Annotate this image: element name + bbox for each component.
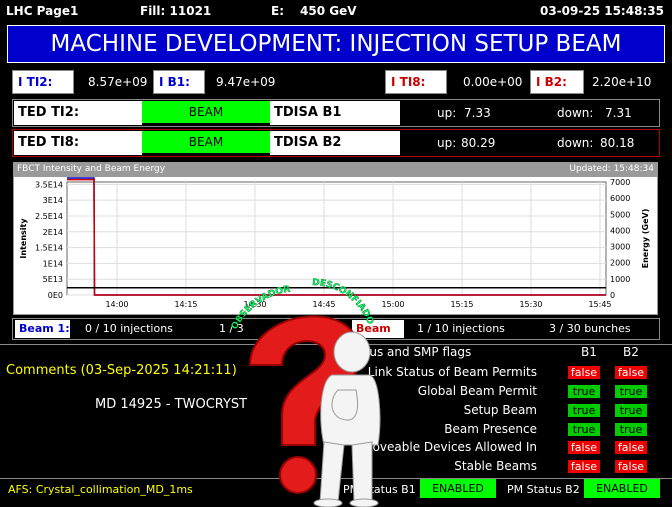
y2-tick-label: 3000 bbox=[610, 243, 630, 252]
datetime: 03-09-25 15:48:35 bbox=[540, 4, 664, 18]
flag-b1-value: false bbox=[568, 366, 600, 379]
x-tick-label: 15:45 bbox=[588, 300, 611, 309]
iti2-label: I TI2: bbox=[12, 70, 74, 94]
ted-ti8-state: BEAM bbox=[142, 131, 270, 153]
chart-updated: Updated: 15:48:34 bbox=[569, 164, 654, 174]
flag-label: Stable Beams bbox=[454, 459, 537, 473]
y-tick-label: 5E13 bbox=[43, 275, 63, 284]
flag-b2-value: false bbox=[615, 366, 647, 379]
question-dot-icon bbox=[279, 456, 317, 494]
y-tick-label: 3E14 bbox=[43, 196, 63, 205]
chart-title-bar: FBCT Intensity and Beam Energy Updated: … bbox=[14, 163, 657, 177]
y-tick-label: 2.5E14 bbox=[35, 212, 63, 221]
tdisa-b1-down: 7.31 bbox=[605, 106, 632, 120]
flag-b2-value: true bbox=[615, 423, 647, 436]
ib2-label: I B2: bbox=[530, 70, 584, 94]
flag-b2-value: true bbox=[615, 385, 647, 398]
y-tick-label: 1E14 bbox=[43, 259, 63, 268]
flag-b1-value: true bbox=[568, 404, 600, 417]
flags-col-b1: B1 bbox=[581, 345, 597, 359]
comments-header: Comments (03-Sep-2025 14:21:11) bbox=[6, 363, 237, 378]
pm-b2-label: PM Status B2 bbox=[507, 483, 580, 496]
question-figure-overlay: OBSERVADOR DESCONFIADO bbox=[230, 278, 381, 507]
y-tick-label: 3.5E14 bbox=[35, 180, 63, 189]
ib1-label: I B1: bbox=[153, 70, 205, 94]
y2-tick-label: 4000 bbox=[610, 226, 630, 235]
iti8-value: 0.00e+00 bbox=[463, 75, 523, 89]
tdisa-b2-down: 80.18 bbox=[600, 136, 635, 150]
y-tick-label: 2E14 bbox=[43, 228, 63, 237]
iti2-value: 8.57e+09 bbox=[88, 75, 148, 89]
ib2-value: 2.20e+10 bbox=[592, 75, 652, 89]
y2-tick-label: 2000 bbox=[610, 259, 630, 268]
flag-label: Setup Beam bbox=[463, 403, 537, 417]
afs-text: AFS: Crystal_collimation_MD_1ms bbox=[8, 483, 193, 496]
tdisa-b2-label: TDISA B2 gap/mm: bbox=[270, 131, 400, 174]
tdisa-b2-down-label: down: bbox=[557, 136, 594, 150]
tdisa-b2-up-label: up: bbox=[437, 136, 457, 150]
fill-number: Fill: 11021 bbox=[140, 4, 212, 18]
tdisa-b1-up: 7.33 bbox=[464, 106, 491, 120]
tdisa-b1-label: TDISA B1 gap/mm: bbox=[270, 101, 400, 144]
y2-tick-label: 0 bbox=[610, 291, 615, 300]
flag-b2-value: true bbox=[615, 404, 647, 417]
flag-b1-value: true bbox=[568, 385, 600, 398]
header-bar: LHC Page1 Fill: 11021 E: 450 GeV 03-09-2… bbox=[0, 0, 672, 22]
flag-label: Global Beam Permit bbox=[417, 384, 537, 398]
flag-label: Beam Presence bbox=[444, 422, 537, 436]
y-axis-label: Intensity bbox=[19, 218, 28, 259]
x-tick-label: 14:15 bbox=[174, 300, 197, 309]
page-name: LHC Page1 bbox=[6, 4, 79, 18]
flag-b1-value: false bbox=[568, 441, 600, 454]
beam1-injections: 0 / 10 injections bbox=[85, 322, 173, 335]
chart-title: FBCT Intensity and Beam Energy bbox=[17, 164, 166, 174]
ib1-value: 9.47e+09 bbox=[216, 75, 276, 89]
beam1-label: Beam 1: bbox=[15, 320, 70, 338]
iti8-label: I TI8: bbox=[385, 70, 447, 94]
y2-tick-label: 6000 bbox=[610, 194, 630, 203]
y2-tick-label: 5000 bbox=[610, 210, 630, 219]
flag-b1-value: true bbox=[568, 423, 600, 436]
y2-tick-label: 1000 bbox=[610, 275, 630, 284]
page-title: MACHINE DEVELOPMENT: INJECTION SETUP BEA… bbox=[7, 25, 665, 63]
x-tick-label: 15:15 bbox=[450, 300, 473, 309]
y2-tick-label: 7000 bbox=[610, 178, 630, 187]
flags-col-b2: B2 bbox=[623, 345, 639, 359]
ted-ti8-label: TED TI8: bbox=[14, 131, 142, 155]
y2-axis-label: Energy (GeV) bbox=[641, 209, 650, 269]
flag-b2-value: false bbox=[615, 441, 647, 454]
y-tick-label: 1.5E14 bbox=[35, 244, 63, 253]
energy-label: E: bbox=[271, 4, 284, 18]
y-tick-label: 0E0 bbox=[48, 291, 63, 300]
x-tick-label: 15:30 bbox=[519, 300, 542, 309]
pm-b2-value: ENABLED bbox=[584, 479, 660, 498]
flag-b1-value: false bbox=[568, 460, 600, 473]
beam2-injections: 1 / 10 injections bbox=[417, 322, 505, 335]
beam2-bunches: 3 / 30 bunches bbox=[549, 322, 631, 335]
pm-b1-value: ENABLED bbox=[420, 479, 496, 498]
tdisa-b1-up-label: up: bbox=[437, 106, 457, 120]
x-tick-label: 14:00 bbox=[105, 300, 128, 309]
tdisa-b2-up: 80.29 bbox=[461, 136, 496, 150]
ted-ti2-state: BEAM bbox=[142, 101, 270, 123]
ted-ti2-label: TED TI2: bbox=[14, 101, 142, 125]
flag-b2-value: false bbox=[615, 460, 647, 473]
energy-value: 450 GeV bbox=[300, 4, 357, 18]
tdisa-b1-down-label: down: bbox=[557, 106, 594, 120]
